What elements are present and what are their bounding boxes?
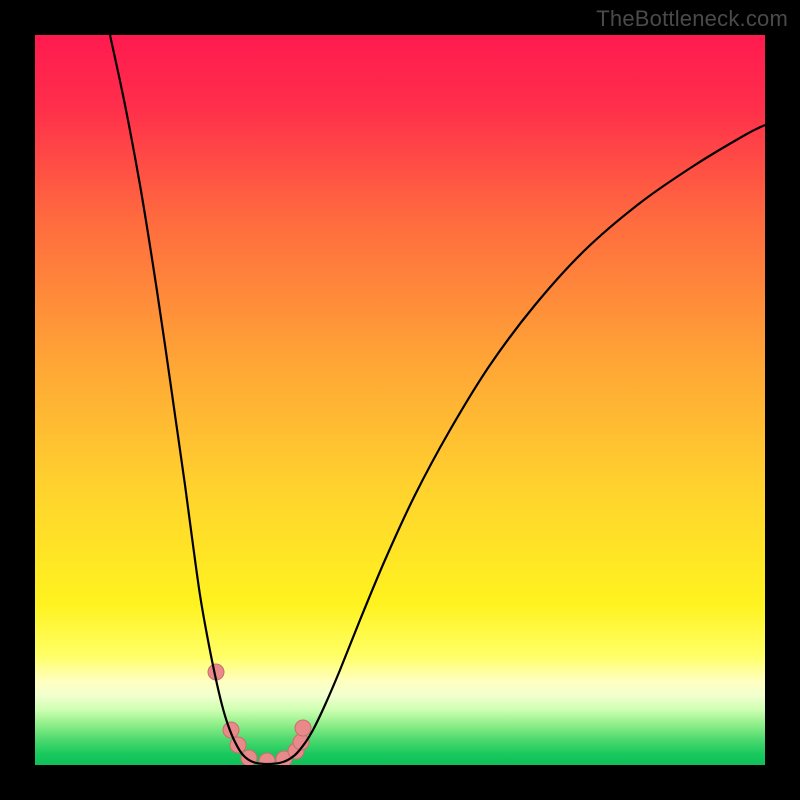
plot-area	[35, 35, 765, 765]
bottleneck-curve	[110, 35, 765, 764]
curve-marker	[295, 720, 311, 736]
curve-layer	[35, 35, 765, 765]
watermark-text: TheBottleneck.com	[596, 6, 788, 32]
chart-frame: TheBottleneck.com	[0, 0, 800, 800]
marker-group	[208, 664, 311, 765]
curve-marker	[230, 737, 246, 753]
